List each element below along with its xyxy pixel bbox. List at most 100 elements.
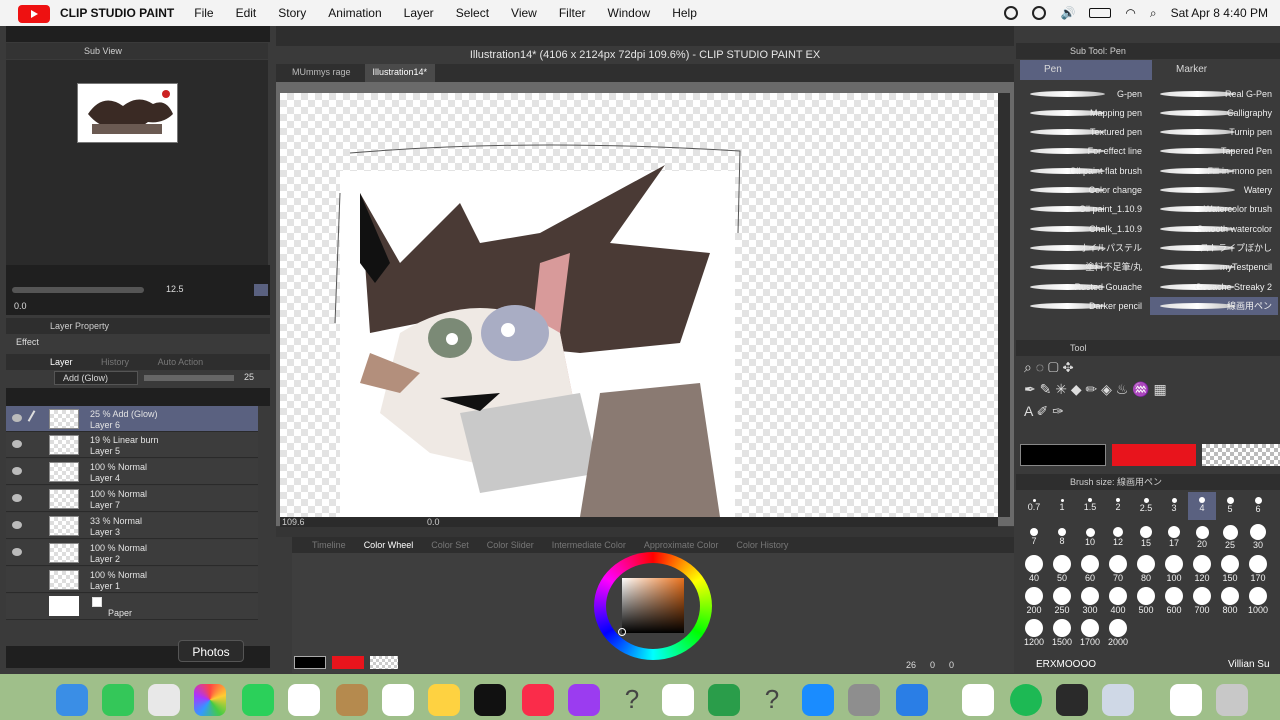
eye-icon[interactable] bbox=[12, 440, 22, 448]
sub-color-swatch[interactable] bbox=[332, 656, 364, 669]
tab-color-wheel[interactable]: Color Wheel bbox=[364, 537, 414, 553]
brush-size-option[interactable]: 1000 bbox=[1244, 587, 1272, 616]
brush-item[interactable]: ストライプぼかし bbox=[1150, 239, 1278, 257]
brush-size-option[interactable]: 1700 bbox=[1076, 619, 1104, 648]
tab-intermediate-color[interactable]: Intermediate Color bbox=[552, 537, 626, 553]
datetime[interactable]: Sat Apr 8 4:40 PM bbox=[1171, 6, 1268, 20]
clip-studio-icon[interactable] bbox=[962, 684, 994, 716]
brush-size-option[interactable]: 8 bbox=[1048, 524, 1076, 552]
transparent-color-large[interactable] bbox=[1202, 444, 1280, 466]
brush-size-option[interactable]: 800 bbox=[1216, 587, 1244, 616]
subtool-group-marker[interactable]: Marker bbox=[1152, 60, 1280, 80]
brush-item[interactable]: Tapered Pen bbox=[1150, 142, 1278, 160]
news-icon[interactable] bbox=[662, 684, 694, 716]
subtool-group-pen[interactable]: Pen bbox=[1020, 60, 1152, 80]
brush-item[interactable]: For effect line bbox=[1020, 142, 1148, 160]
menu-animation[interactable]: Animation bbox=[328, 6, 381, 20]
eye-icon[interactable] bbox=[12, 494, 22, 502]
tab-approximate-color[interactable]: Approximate Color bbox=[644, 537, 719, 553]
brush-size-option[interactable]: 4 bbox=[1188, 492, 1216, 520]
brush-size-option[interactable]: 1.5 bbox=[1076, 492, 1104, 520]
contacts-icon[interactable] bbox=[336, 684, 368, 716]
layer-row[interactable]: 33 % Normal Layer 3 bbox=[6, 513, 258, 539]
layer-row[interactable]: 19 % Linear burn Layer 5 bbox=[6, 432, 258, 458]
brush-size-option[interactable]: 3 bbox=[1160, 492, 1188, 520]
brush-item-selected[interactable]: 線画用ペン bbox=[1150, 297, 1278, 315]
trash-icon[interactable] bbox=[1216, 684, 1248, 716]
brush-item[interactable]: myTestpencil bbox=[1150, 258, 1278, 276]
notes-icon[interactable] bbox=[428, 684, 460, 716]
brush-size-option[interactable]: 600 bbox=[1160, 587, 1188, 616]
tab-color-set[interactable]: Color Set bbox=[431, 537, 469, 553]
menu-select[interactable]: Select bbox=[456, 6, 489, 20]
brush-size-option[interactable]: 400 bbox=[1104, 587, 1132, 616]
brush-item[interactable]: Turnip pen bbox=[1150, 123, 1278, 141]
menu-layer[interactable]: Layer bbox=[404, 6, 434, 20]
brush-size-option[interactable]: 70 bbox=[1104, 555, 1132, 584]
brush-size-option[interactable]: 170 bbox=[1244, 555, 1272, 584]
brush-size-option[interactable]: 200 bbox=[1020, 587, 1048, 616]
menu-filter[interactable]: Filter bbox=[559, 6, 586, 20]
brush-item[interactable]: Oil paint_1.10.9 bbox=[1020, 200, 1148, 218]
eye-icon[interactable] bbox=[12, 467, 22, 475]
brush-size-option[interactable]: 2 bbox=[1104, 492, 1132, 520]
reminders-icon[interactable] bbox=[382, 684, 414, 716]
podcasts-icon[interactable] bbox=[568, 684, 600, 716]
app-store-icon[interactable] bbox=[802, 684, 834, 716]
zoom-slider[interactable] bbox=[12, 287, 144, 293]
opacity-slider[interactable] bbox=[144, 375, 234, 381]
brush-item[interactable]: Fill-in-mono pen bbox=[1150, 162, 1278, 180]
brush-size-option[interactable]: 150 bbox=[1216, 555, 1244, 584]
drawing-canvas[interactable] bbox=[280, 93, 998, 517]
music-icon[interactable] bbox=[522, 684, 554, 716]
brush-size-option[interactable]: 2.5 bbox=[1132, 492, 1160, 520]
menu-file[interactable]: File bbox=[194, 6, 213, 20]
brush-item[interactable]: Real G-Pen bbox=[1150, 85, 1278, 103]
unknown-app-icon[interactable]: ? bbox=[756, 684, 788, 716]
tab-color-history[interactable]: Color History bbox=[736, 537, 788, 553]
brush-size-option[interactable]: 60 bbox=[1076, 555, 1104, 584]
numbers-icon[interactable] bbox=[708, 684, 740, 716]
brush-size-option[interactable]: 50 bbox=[1048, 555, 1076, 584]
brush-size-option[interactable]: 25 bbox=[1216, 524, 1244, 552]
layer-row-paper[interactable]: Paper bbox=[6, 594, 258, 620]
layer-row[interactable]: 25 % Add (Glow) Layer 6 bbox=[6, 406, 258, 432]
brush-size-option[interactable]: 120 bbox=[1188, 555, 1216, 584]
app-menu[interactable]: CLIP STUDIO PAINT bbox=[60, 6, 174, 20]
brush-item[interactable]: Smooth watercolor bbox=[1150, 220, 1278, 238]
photos-icon[interactable] bbox=[194, 684, 226, 716]
battery-icon[interactable] bbox=[1089, 8, 1112, 18]
brush-size-option[interactable]: 700 bbox=[1188, 587, 1216, 616]
brush-item[interactable]: Chalk_1.10.9 bbox=[1020, 220, 1148, 238]
layer-row[interactable]: 100 % Normal Layer 1 bbox=[6, 567, 258, 593]
brush-size-option[interactable]: 7 bbox=[1020, 524, 1048, 552]
eye-icon[interactable] bbox=[12, 521, 22, 529]
text-tool-icon[interactable]: A ✐ ✑ bbox=[1024, 403, 1064, 419]
menu-view[interactable]: View bbox=[511, 6, 537, 20]
brush-item[interactable]: Darker pencil bbox=[1020, 297, 1148, 315]
chrome-icon[interactable] bbox=[148, 684, 180, 716]
main-color-large[interactable] bbox=[1020, 444, 1106, 466]
messages-icon[interactable] bbox=[102, 684, 134, 716]
subview-thumbnail[interactable] bbox=[77, 83, 178, 143]
apple-tv-icon[interactable] bbox=[474, 684, 506, 716]
brush-size-option[interactable]: 0.7 bbox=[1020, 492, 1048, 520]
brush-size-option[interactable]: 1 bbox=[1048, 492, 1076, 520]
brush-size-option[interactable]: 20 bbox=[1188, 524, 1216, 552]
brush-size-option[interactable]: 6 bbox=[1244, 492, 1272, 520]
brush-item[interactable]: G-pen bbox=[1020, 85, 1148, 103]
brush-size-option[interactable]: 100 bbox=[1160, 555, 1188, 584]
brush-size-option[interactable]: 500 bbox=[1132, 587, 1160, 616]
sub-color-large[interactable] bbox=[1112, 444, 1196, 466]
facetime-icon[interactable] bbox=[242, 684, 274, 716]
wifi-icon[interactable]: ◠ bbox=[1125, 6, 1135, 20]
brush-item[interactable]: 塗料不足筆/丸 bbox=[1020, 258, 1148, 276]
search-icon[interactable]: ⌕ bbox=[1150, 6, 1157, 21]
preview-icon[interactable] bbox=[1102, 684, 1134, 716]
layer-row[interactable]: 100 % Normal Layer 2 bbox=[6, 540, 258, 566]
canvas-vertical-scrollbar[interactable] bbox=[998, 93, 1010, 517]
tab-mummys-rage[interactable]: MUmmys rage bbox=[284, 64, 359, 82]
brush-size-option[interactable]: 15 bbox=[1132, 524, 1160, 552]
tab-history[interactable]: History bbox=[101, 357, 129, 367]
blend-mode-select[interactable]: Add (Glow) bbox=[54, 371, 138, 385]
